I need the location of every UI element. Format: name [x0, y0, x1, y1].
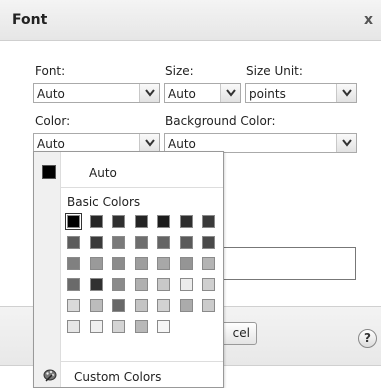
- color-swatch[interactable]: [134, 257, 148, 270]
- size-unit-label: Size Unit:: [246, 64, 303, 78]
- color-swatch[interactable]: [89, 257, 103, 270]
- panel-divider: [61, 187, 223, 188]
- color-swatch[interactable]: [157, 320, 170, 333]
- close-icon[interactable]: x: [364, 12, 373, 28]
- color-swatch[interactable]: [134, 278, 148, 291]
- color-swatch[interactable]: [179, 215, 193, 228]
- background-color-select[interactable]: Auto: [164, 133, 357, 153]
- dialog-title: Font: [12, 12, 48, 28]
- color-swatch[interactable]: [157, 236, 170, 249]
- color-swatch[interactable]: [202, 215, 215, 228]
- color-swatch[interactable]: [157, 257, 170, 270]
- color-swatch[interactable]: [157, 278, 170, 291]
- color-swatch[interactable]: [67, 299, 80, 312]
- color-swatch[interactable]: [112, 236, 125, 249]
- color-select-value: Auto: [37, 137, 65, 151]
- chevron-down-icon[interactable]: [220, 84, 240, 102]
- color-swatch[interactable]: [67, 320, 80, 333]
- color-swatch[interactable]: [202, 257, 215, 270]
- size-label: Size:: [165, 64, 194, 78]
- color-swatch[interactable]: [179, 236, 193, 249]
- size-unit-select-value: points: [249, 87, 286, 101]
- color-swatch[interactable]: [67, 278, 80, 291]
- panel-divider: [61, 361, 223, 362]
- color-swatch[interactable]: [202, 278, 215, 291]
- help-icon[interactable]: ?: [358, 329, 377, 348]
- size-select-value: Auto: [168, 87, 196, 101]
- chevron-down-icon[interactable]: [336, 84, 356, 102]
- color-swatch[interactable]: [89, 299, 103, 312]
- dialog-titlebar: Font x: [0, 0, 381, 41]
- chevron-down-icon[interactable]: [336, 134, 356, 152]
- color-swatch[interactable]: [202, 236, 215, 249]
- color-swatch[interactable]: [89, 278, 103, 291]
- color-swatch[interactable]: [112, 278, 125, 291]
- color-swatch[interactable]: [112, 320, 125, 333]
- color-swatch[interactable]: [67, 236, 80, 249]
- color-swatch[interactable]: [134, 236, 148, 249]
- background-color-select-value: Auto: [168, 137, 196, 151]
- color-swatch[interactable]: [134, 320, 148, 333]
- color-swatch[interactable]: [179, 278, 193, 291]
- chevron-down-icon[interactable]: [139, 134, 159, 152]
- font-select[interactable]: Auto: [33, 83, 160, 103]
- color-swatch[interactable]: [65, 213, 82, 230]
- color-swatch[interactable]: [202, 299, 215, 312]
- color-swatch[interactable]: [89, 236, 103, 249]
- color-swatch[interactable]: [179, 299, 193, 312]
- color-select[interactable]: Auto: [33, 133, 160, 153]
- color-swatch[interactable]: [134, 215, 148, 228]
- size-unit-select[interactable]: points: [245, 83, 357, 103]
- color-swatch[interactable]: [89, 320, 103, 333]
- palette-icon: [43, 368, 57, 385]
- font-dialog: Font x Font: Size: Size Unit: Auto Auto …: [0, 0, 381, 388]
- background-color-label: Background Color:: [165, 114, 276, 128]
- color-label: Color:: [35, 114, 71, 128]
- auto-color-option[interactable]: Auto: [89, 166, 117, 180]
- auto-color-swatch[interactable]: [42, 165, 56, 179]
- color-picker-panel: Auto Basic Colors Custom Colors: [33, 151, 224, 388]
- size-select[interactable]: Auto: [164, 83, 241, 103]
- font-label: Font:: [35, 64, 66, 78]
- color-swatch[interactable]: [89, 215, 103, 228]
- color-swatch[interactable]: [112, 257, 125, 270]
- custom-colors-option[interactable]: Custom Colors: [74, 370, 161, 384]
- color-swatch[interactable]: [179, 257, 193, 270]
- basic-colors-heading: Basic Colors: [67, 195, 141, 209]
- font-select-value: Auto: [37, 87, 65, 101]
- color-swatch[interactable]: [157, 215, 170, 228]
- color-swatch[interactable]: [112, 215, 125, 228]
- color-swatch[interactable]: [134, 299, 148, 312]
- color-swatch[interactable]: [67, 257, 80, 270]
- chevron-down-icon[interactable]: [139, 84, 159, 102]
- color-swatch[interactable]: [157, 299, 170, 312]
- color-swatch[interactable]: [112, 299, 125, 312]
- panel-icon-gutter: [34, 152, 61, 387]
